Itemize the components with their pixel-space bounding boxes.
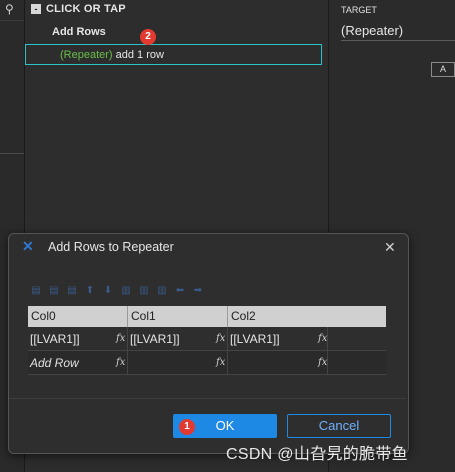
search-icon[interactable]: ⚲ [5, 2, 14, 16]
insert-column-left-icon[interactable]: ▥ [118, 285, 134, 297]
grid-cell[interactable]: fx [116, 351, 228, 375]
grid-header: Col0 Col1 Col2 [28, 306, 386, 327]
function-icon[interactable]: fx [116, 351, 125, 375]
app-logo-icon: ✕ [22, 238, 34, 254]
move-up-icon[interactable]: ⬆ [82, 285, 98, 297]
action-target: (Repeater) [60, 49, 113, 61]
function-icon[interactable]: fx [116, 327, 125, 351]
table-row: [[LVAR1]] fx [[LVAR1]] fx [[LVAR1]] fx [28, 327, 386, 351]
insert-row-above-icon[interactable]: ▤ [28, 285, 44, 297]
case-name[interactable]: Add Rows [52, 26, 106, 38]
target-label: TARGET [341, 5, 377, 15]
grid-cell[interactable]: [[LVAR1]] [28, 327, 128, 351]
grid-cell[interactable]: Add Row [28, 351, 128, 375]
function-icon[interactable]: fx [216, 327, 225, 351]
watermark: CSDN @山旮旯的脆带鱼 [226, 446, 408, 463]
delete-row-icon[interactable]: ▤ [64, 285, 80, 297]
add-row[interactable]: Add Row fx fx fx [28, 351, 386, 375]
close-icon[interactable]: ✕ [384, 239, 396, 256]
grid-cell[interactable]: fx [[LVAR1]] [216, 327, 328, 351]
function-icon[interactable]: fx [216, 351, 225, 375]
cell-value: [[LVAR1]] [130, 332, 180, 346]
collapse-toggle[interactable]: - [31, 4, 41, 14]
insert-column-right-icon[interactable]: ▥ [136, 285, 152, 297]
target-select[interactable]: (Repeater) [341, 23, 403, 38]
step-badge-1: 1 [179, 419, 195, 435]
cell-value: [[LVAR1]] [230, 332, 280, 346]
grid-cell[interactable]: fx [216, 351, 328, 375]
add-row-label[interactable]: Add Row [28, 356, 79, 370]
cell-value: [[LVAR1]] [30, 332, 80, 346]
column-header[interactable]: Col2 [228, 306, 386, 327]
event-title[interactable]: CLICK OR TAP [46, 3, 126, 15]
dialog-footer-divider [9, 398, 406, 399]
function-icon[interactable]: fx [318, 351, 327, 375]
grid-toolbar: ▤ ▤ ▤ ⬆ ⬇ ▥ ▥ ▥ ⬅ ➡ [28, 285, 238, 299]
grid-cell[interactable]: fx [[LVAR1]] [116, 327, 228, 351]
action-description: add 1 row [112, 49, 164, 61]
function-icon[interactable]: fx [318, 327, 327, 351]
column-header[interactable]: Col0 [28, 306, 128, 327]
move-right-icon[interactable]: ➡ [190, 285, 206, 297]
cancel-button[interactable]: Cancel [287, 414, 391, 438]
insert-row-below-icon[interactable]: ▤ [46, 285, 62, 297]
delete-column-icon[interactable]: ▥ [154, 285, 170, 297]
dialog-title: Add Rows to Repeater [48, 240, 174, 254]
grid-cell[interactable]: fx [318, 351, 386, 375]
move-left-icon[interactable]: ⬅ [172, 285, 188, 297]
target-underline [341, 40, 455, 41]
left-divider [0, 153, 24, 154]
step-badge-2: 2 [140, 29, 156, 45]
move-down-icon[interactable]: ⬇ [100, 285, 116, 297]
grid-cell[interactable]: fx [318, 327, 386, 351]
right-panel-button[interactable]: A [431, 62, 455, 77]
column-header[interactable]: Col1 [128, 306, 228, 327]
action-item[interactable]: (Repeater) add 1 row [60, 49, 164, 61]
rows-grid: Col0 Col1 Col2 [[LVAR1]] fx [[LVAR1]] fx… [28, 306, 386, 375]
